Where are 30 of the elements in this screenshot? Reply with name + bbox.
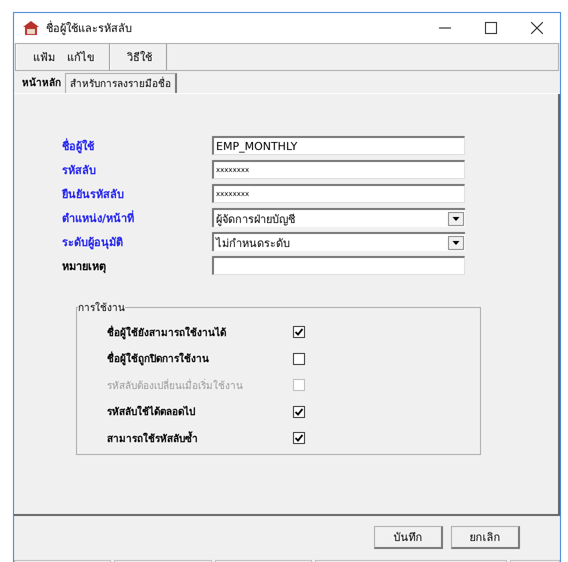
dropdown[interactable]: ไม่กำหนดระดับ	[212, 232, 465, 251]
tab[interactable]: สำหรับการลงรายมือชื่อ	[65, 73, 177, 93]
checkbox[interactable]	[293, 352, 305, 365]
option-label: รหัสลับใช้ได้ตลอดไป	[107, 404, 196, 420]
house-icon	[22, 20, 40, 36]
menu-item[interactable]: แฟ้ม	[33, 48, 55, 66]
menu-item[interactable]: วิธีใช้	[127, 48, 152, 66]
input-field[interactable]: EMP_MONTHLY	[212, 136, 465, 155]
field-label: หมายเหตุ	[62, 258, 107, 274]
input-field[interactable]	[212, 256, 465, 275]
close-icon[interactable]	[531, 22, 543, 34]
dropdown[interactable]: ผู้จัดการฝ่ายบัญชี	[212, 208, 465, 227]
field-label: ชื่อผู้ใช้	[62, 137, 96, 154]
option-label: สามารถใช้รหัสลับซ้ำ	[107, 430, 293, 446]
option-label: ชื่อผู้ใช้ถูกปิดการใช้งาน	[107, 351, 293, 366]
menu-item[interactable]: แก้ไข	[67, 48, 95, 66]
group-title: การใช้งาน	[78, 301, 125, 315]
dialog-button[interactable]: บันทึก	[374, 526, 443, 549]
dialog-button[interactable]: ยกเลิก	[451, 526, 520, 549]
option-label: ชื่อผู้ใช้ยังสามารถใช้งานได้	[107, 324, 227, 340]
field-label: ระดับผู้อนุมัติ	[62, 234, 124, 250]
option-label: รหัสลับต้องเปลี่ยนเมื่อเริ่มใช้งาน	[107, 378, 244, 393]
field-label: ตำแหน่ง/หน้าที่	[62, 209, 136, 226]
window-title: ชื่อผู้ใช้และรหัสลับ	[46, 20, 132, 37]
checkbox[interactable]	[293, 406, 305, 418]
field-label: ยืนยันรหัสลับ	[62, 186, 125, 202]
field-label: รหัสลับ	[62, 162, 97, 178]
maximize-icon[interactable]	[485, 22, 497, 34]
checkbox[interactable]	[293, 326, 305, 338]
checkbox[interactable]	[293, 432, 305, 444]
